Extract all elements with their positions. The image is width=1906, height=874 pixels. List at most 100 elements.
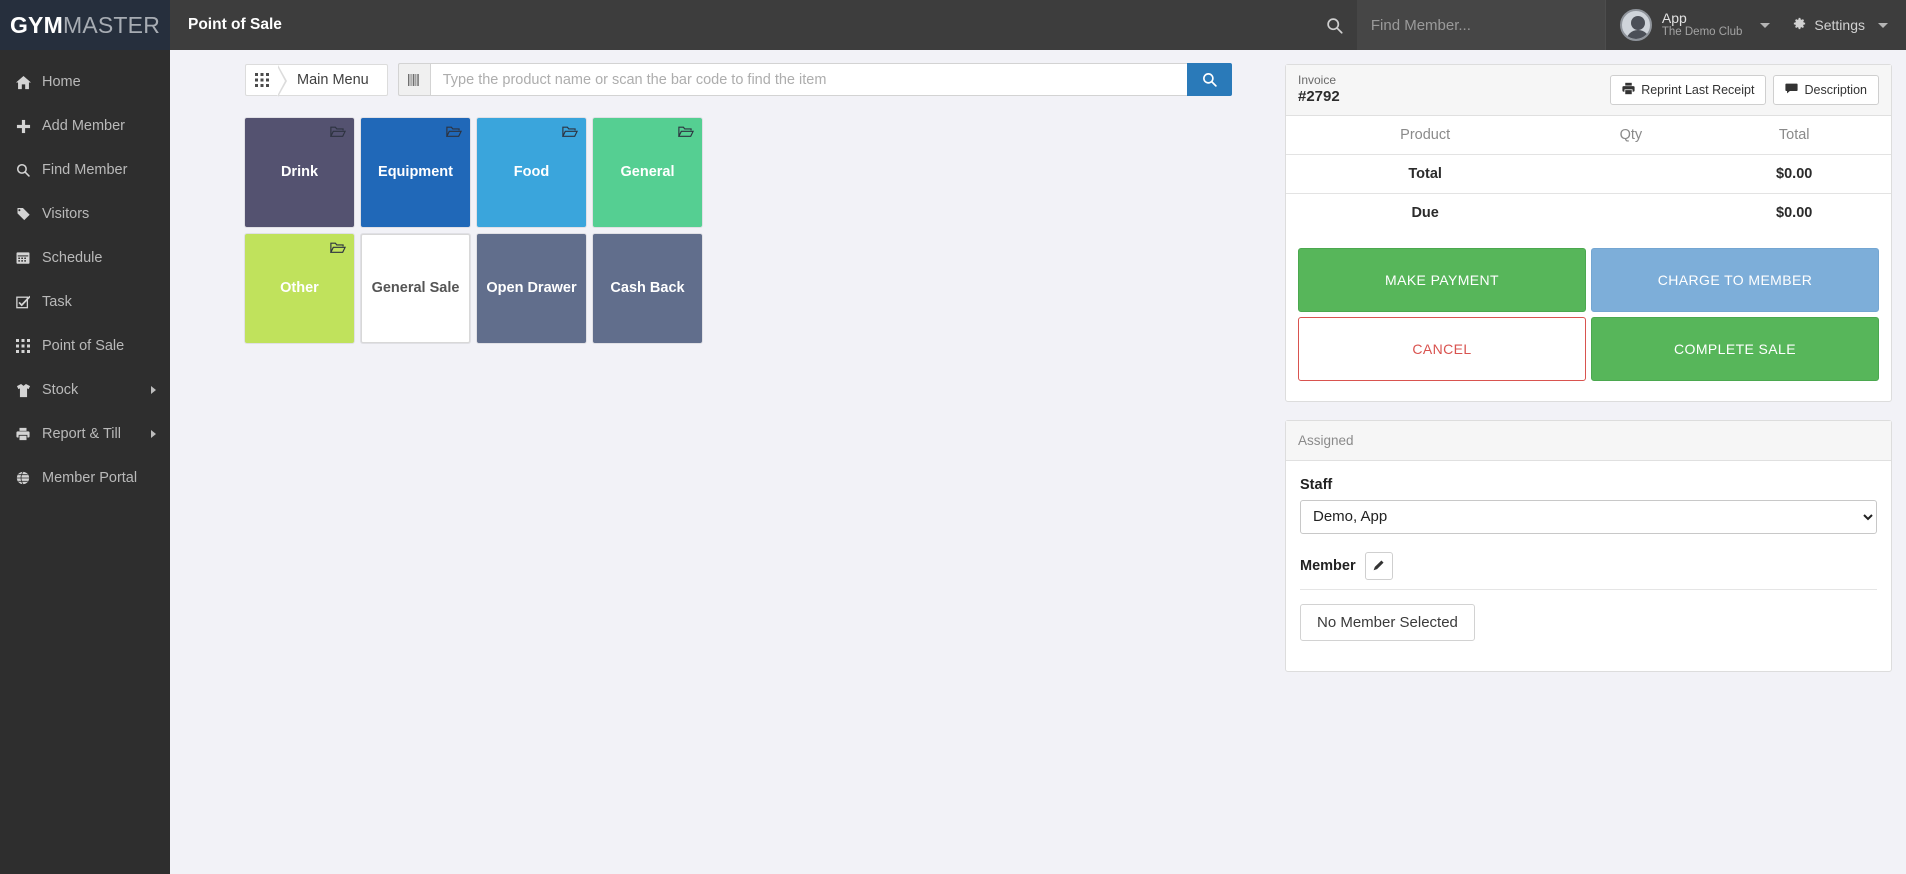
pencil-icon[interactable]: [1364, 551, 1393, 580]
complete-sale-button[interactable]: COMPLETE SALE: [1591, 316, 1879, 381]
folder-open-icon: [330, 126, 346, 137]
member-search-input[interactable]: [1356, 0, 1605, 50]
invoice-table-body: Total $0.00 Due $0.00: [1286, 154, 1891, 232]
member-divider: [1300, 588, 1877, 590]
reprint-last-receipt-button[interactable]: Reprint Last Receipt: [1610, 74, 1767, 105]
tile-equipment[interactable]: Equipment: [361, 118, 470, 227]
sidebar-item-label: Task: [42, 294, 72, 310]
chevron-right-icon: [151, 386, 156, 394]
invoice-actions: MAKE PAYMENT CHARGE TO MEMBER CANCEL COMPLE…: [1286, 232, 1891, 401]
top-bar: GYMMASTER Point of Sale App The Demo Clu…: [0, 0, 1906, 50]
tile-label: Other: [280, 279, 319, 296]
sidebar-item-label: Point of Sale: [42, 338, 125, 354]
invoice-label: Invoice: [1298, 73, 1337, 87]
staff-select[interactable]: Demo, App: [1300, 499, 1877, 534]
sidebar-item-visitors[interactable]: Visitors: [0, 192, 170, 236]
tile-cash-back[interactable]: Cash Back: [593, 234, 702, 343]
tile-label: Cash Back: [610, 279, 685, 296]
sidebar-item-label: Find Member: [42, 162, 128, 178]
settings-menu[interactable]: Settings: [1776, 0, 1906, 50]
gear-icon: [1792, 16, 1807, 34]
table-row: Total $0.00: [1286, 154, 1891, 194]
grid-icon: [246, 65, 278, 95]
brand-light-text: MASTER: [62, 11, 161, 38]
globe-icon: [16, 471, 42, 485]
barcode-icon[interactable]: [397, 63, 430, 96]
home-icon: [16, 75, 42, 90]
breadcrumb[interactable]: Main Menu: [245, 63, 388, 97]
pos-toolbar: Main Menu: [170, 50, 1285, 97]
sidebar-item-label: Visitors: [42, 206, 90, 222]
tile-label: General: [620, 163, 675, 180]
invoice-cell-qty: [1564, 193, 1697, 232]
tile-general-sale[interactable]: General Sale: [361, 234, 470, 343]
sidebar-item-report-till[interactable]: Report & Till: [0, 412, 170, 456]
breadcrumb-separator: [277, 64, 287, 97]
invoice-table: Product Qty Total Total $0.00 Due $0.00: [1286, 115, 1891, 232]
invoice-column-header: Product: [1286, 115, 1565, 155]
search-icon: [16, 163, 42, 177]
sidebar-item-label: Stock: [42, 382, 79, 398]
product-search-input[interactable]: [429, 63, 1187, 96]
sidebar-item-stock[interactable]: Stock: [0, 368, 170, 412]
check-square-icon: [16, 295, 42, 309]
sidebar-item-task[interactable]: Task: [0, 280, 170, 324]
cancel-button[interactable]: CANCEL: [1298, 316, 1586, 381]
sidebar-item-schedule[interactable]: Schedule: [0, 236, 170, 280]
folder-open-icon: [678, 126, 694, 137]
tile-open-drawer[interactable]: Open Drawer: [477, 234, 586, 343]
sidebar: Home Add Member Find Member Visitors Schedul…: [0, 50, 170, 874]
staff-label: Staff: [1300, 476, 1333, 493]
search-icon: [1312, 17, 1357, 34]
plus-icon: [16, 119, 42, 134]
sidebar-item-label: Add Member: [42, 118, 126, 134]
tile-label: Food: [513, 163, 550, 180]
no-member-selected-button[interactable]: No Member Selected: [1300, 603, 1475, 641]
invoice-cell-product: Total: [1286, 154, 1565, 194]
brand-bold-text: GYM: [9, 11, 63, 38]
tile-label: Equipment: [378, 163, 453, 180]
user-club: The Demo Club: [1661, 26, 1743, 39]
product-search-button[interactable]: [1186, 63, 1232, 96]
make-payment-button[interactable]: MAKE PAYMENT: [1298, 247, 1586, 312]
tile-food[interactable]: Food: [477, 118, 586, 227]
sidebar-item-add-member[interactable]: Add Member: [0, 104, 170, 148]
pos-right-pane: Invoice #2792 Reprint Last Receipt Descr…: [1285, 64, 1892, 672]
sidebar-item-label: Member Portal: [42, 470, 138, 486]
shirt-icon: [16, 383, 42, 398]
breadcrumb-label: Main Menu: [297, 71, 369, 88]
tile-drink[interactable]: Drink: [245, 118, 354, 227]
tile-label: Open Drawer: [486, 279, 577, 296]
tile-general[interactable]: General: [593, 118, 702, 227]
tags-icon: [16, 207, 42, 222]
description-button[interactable]: Description: [1773, 74, 1879, 105]
brand-logo[interactable]: GYMMASTER: [0, 0, 170, 50]
user-menu[interactable]: App The Demo Club: [1604, 0, 1777, 50]
chevron-down-icon: [1878, 22, 1888, 28]
sidebar-item-label: Schedule: [42, 250, 103, 266]
sidebar-item-find-member[interactable]: Find Member: [0, 148, 170, 192]
member-row: Member: [1300, 551, 1877, 580]
printer-icon: [1622, 82, 1635, 98]
sidebar-item-point-of-sale[interactable]: Point of Sale: [0, 324, 170, 368]
invoice-cell-qty: [1564, 154, 1698, 194]
calendar-icon: [16, 251, 42, 265]
comment-icon: [1785, 82, 1799, 98]
invoice-cell-total: $0.00: [1776, 204, 1813, 221]
invoice-number: #2792: [1298, 88, 1340, 105]
invoice-column-header: Total: [1697, 115, 1891, 155]
invoice-cell-total: $0.00: [1697, 154, 1891, 194]
main-content: Main Menu DrinkEquipmentFoo: [170, 50, 1906, 874]
tile-label: General Sale: [371, 279, 460, 296]
tile-other[interactable]: Other: [245, 234, 354, 343]
user-name: App: [1661, 10, 1687, 27]
avatar: [1619, 9, 1652, 41]
invoice-header: Invoice #2792 Reprint Last Receipt Descr…: [1286, 65, 1891, 116]
sidebar-item-label: Report & Till: [42, 426, 121, 442]
chevron-down-icon: [1760, 22, 1771, 28]
description-label: Description: [1804, 82, 1867, 97]
charge-to-member-button[interactable]: CHARGE TO MEMBER: [1591, 247, 1879, 312]
product-search-group: [397, 63, 1232, 96]
sidebar-item-member-portal[interactable]: Member Portal: [0, 456, 170, 500]
sidebar-item-home[interactable]: Home: [0, 60, 170, 104]
